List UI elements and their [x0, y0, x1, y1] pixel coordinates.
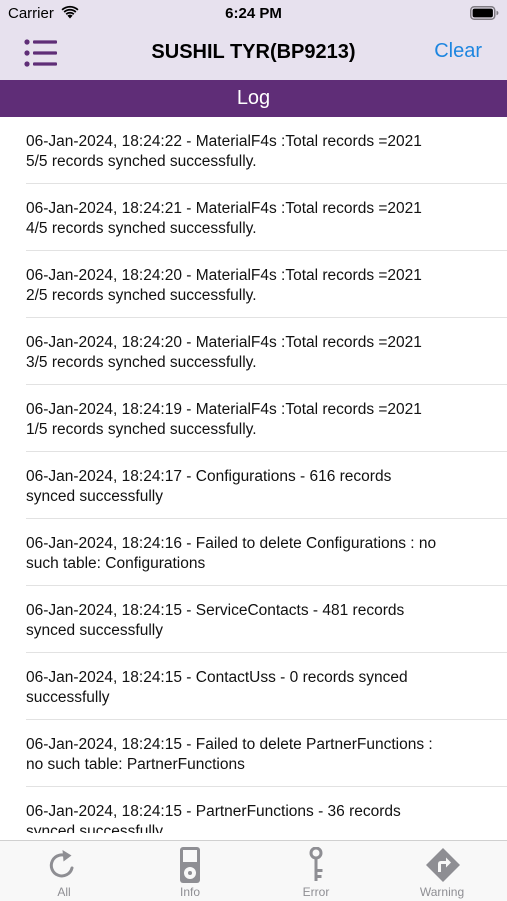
list-item: 06-Jan-2024, 18:24:15 - ServiceContacts …: [26, 586, 507, 653]
tab-all-label: All: [57, 885, 71, 899]
tab-bar: All Info Error Warning: [0, 840, 507, 901]
battery-icon: [470, 6, 499, 20]
log-entry-text: 06-Jan-2024, 18:24:15 - Failed to delete…: [26, 736, 433, 773]
list-item: 06-Jan-2024, 18:24:22 - MaterialF4s :Tot…: [26, 117, 507, 184]
list-item: 06-Jan-2024, 18:24:19 - MaterialF4s :Tot…: [26, 385, 507, 452]
list-item: 06-Jan-2024, 18:24:20 - MaterialF4s :Tot…: [26, 251, 507, 318]
log-list[interactable]: 06-Jan-2024, 18:24:22 - MaterialF4s :Tot…: [0, 117, 507, 833]
list-item: 06-Jan-2024, 18:24:21 - MaterialF4s :Tot…: [26, 184, 507, 251]
tab-info[interactable]: Info: [127, 841, 253, 901]
status-bar: Carrier 6:24 PM: [0, 0, 507, 28]
log-entry-text: 06-Jan-2024, 18:24:20 - MaterialF4s :Tot…: [26, 334, 422, 371]
log-entry-text: 06-Jan-2024, 18:24:17 - Configurations -…: [26, 468, 392, 505]
key-icon: [309, 847, 323, 881]
refresh-icon: [49, 850, 74, 878]
list-item: 06-Jan-2024, 18:24:15 - PartnerFunctions…: [26, 787, 507, 833]
log-entry-text: 06-Jan-2024, 18:24:15 - ServiceContacts …: [26, 602, 405, 639]
section-header-log: Log: [0, 80, 507, 117]
log-entry-text: 06-Jan-2024, 18:24:15 - ContactUss - 0 r…: [26, 669, 408, 706]
list-item: 06-Jan-2024, 18:24:16 - Failed to delete…: [26, 519, 507, 586]
log-entry-text: 06-Jan-2024, 18:24:22 - MaterialF4s :Tot…: [26, 133, 422, 170]
list-item: 06-Jan-2024, 18:24:15 - ContactUss - 0 r…: [26, 653, 507, 720]
page-title: SUSHIL TYR(BP9213): [151, 41, 356, 63]
clock: 6:24 PM: [225, 5, 282, 22]
turn-sign-icon: [426, 848, 460, 882]
list-item: 06-Jan-2024, 18:24:20 - MaterialF4s :Tot…: [26, 318, 507, 385]
tab-info-label: Info: [179, 885, 200, 899]
tab-error[interactable]: Error: [253, 841, 379, 901]
list-item: 06-Jan-2024, 18:24:17 - Configurations -…: [26, 452, 507, 519]
ipod-icon: [180, 847, 200, 883]
tab-all[interactable]: All: [1, 841, 127, 901]
log-entry-text: 06-Jan-2024, 18:24:15 - PartnerFunctions…: [26, 803, 401, 833]
tab-warning-label: Warning: [419, 885, 465, 899]
tab-warning[interactable]: Warning: [379, 841, 505, 901]
clear-button[interactable]: Clear: [434, 40, 482, 63]
navigation-bar: SUSHIL TYR(BP9213) Clear: [0, 28, 507, 80]
tab-error-label: Error: [302, 885, 330, 899]
log-entry-text: 06-Jan-2024, 18:24:21 - MaterialF4s :Tot…: [26, 200, 422, 237]
log-entry-text: 06-Jan-2024, 18:24:16 - Failed to delete…: [26, 535, 437, 572]
log-entry-text: 06-Jan-2024, 18:24:20 - MaterialF4s :Tot…: [26, 267, 422, 304]
list-item: 06-Jan-2024, 18:24:15 - Failed to delete…: [26, 720, 507, 787]
log-entry-text: 06-Jan-2024, 18:24:19 - MaterialF4s :Tot…: [26, 401, 422, 438]
